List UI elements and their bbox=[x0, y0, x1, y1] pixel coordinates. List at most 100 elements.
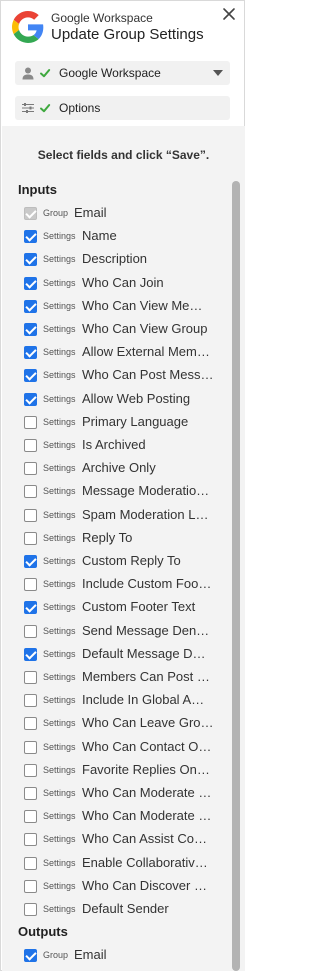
field-row[interactable]: Settings Message Moderatio… bbox=[24, 482, 224, 502]
field-row[interactable]: Settings Include In Global A… bbox=[24, 691, 224, 711]
field-checkbox[interactable] bbox=[24, 694, 37, 708]
field-row[interactable]: Settings Include Custom Foo… bbox=[24, 575, 224, 595]
field-row[interactable]: Settings Default Sender bbox=[24, 900, 224, 920]
field-checkbox[interactable] bbox=[24, 671, 37, 684]
field-row[interactable]: Settings Archive Only bbox=[24, 459, 224, 479]
field-label: Allow Web Posting bbox=[82, 390, 191, 406]
field-category-tag: Settings bbox=[43, 532, 76, 543]
field-row[interactable]: Settings Who Can Post Mess… bbox=[24, 366, 224, 386]
field-category-tag: Settings bbox=[43, 463, 76, 474]
field-checkbox[interactable] bbox=[24, 856, 37, 870]
field-row[interactable]: Settings Who Can Moderate … bbox=[24, 807, 224, 827]
field-row[interactable]: Group Email bbox=[24, 946, 224, 966]
instruction-text: Select fields and click “Save”. bbox=[37, 148, 210, 162]
field-row[interactable]: Settings Enable Collaborativ… bbox=[24, 854, 224, 874]
field-checkbox[interactable] bbox=[24, 276, 37, 290]
field-category-tag: Settings bbox=[43, 625, 76, 636]
field-row[interactable]: Settings Custom Footer Text bbox=[24, 598, 224, 618]
field-category-tag: Settings bbox=[43, 579, 76, 590]
field-checkbox[interactable] bbox=[24, 763, 37, 777]
field-row[interactable]: Settings Who Can Contact O… bbox=[24, 738, 224, 758]
field-row[interactable]: Settings Who Can Discover … bbox=[24, 877, 224, 897]
field-row[interactable]: Settings Description bbox=[24, 250, 224, 270]
chevron-down-icon[interactable] bbox=[213, 70, 223, 76]
field-label: Name bbox=[82, 228, 117, 244]
field-category-tag: Group bbox=[43, 208, 69, 218]
field-row[interactable]: Settings Primary Language bbox=[24, 413, 224, 433]
field-row[interactable]: Group Email bbox=[24, 204, 224, 224]
field-category-tag: Settings bbox=[43, 648, 76, 659]
field-label: Who Can View Group bbox=[82, 321, 208, 336]
field-checkbox[interactable] bbox=[24, 833, 37, 847]
options-row[interactable]: Options bbox=[15, 96, 230, 120]
field-checkbox[interactable] bbox=[24, 787, 37, 800]
field-label: Archive Only bbox=[82, 460, 156, 476]
field-label: Who Can View Me… bbox=[82, 297, 203, 313]
field-checkbox[interactable] bbox=[24, 578, 37, 592]
field-category-tag: Settings bbox=[43, 788, 76, 798]
field-checkbox[interactable] bbox=[24, 740, 37, 754]
field-row[interactable]: Settings Default Message D… bbox=[24, 645, 224, 665]
field-label: Members Can Post … bbox=[82, 669, 210, 684]
field-checkbox[interactable] bbox=[24, 346, 37, 360]
account-select[interactable]: Google Workspace bbox=[15, 61, 230, 85]
field-checkbox[interactable] bbox=[24, 647, 37, 661]
app-name: Google Workspace bbox=[51, 11, 153, 25]
field-category-tag: Settings bbox=[43, 718, 76, 729]
field-checkbox[interactable] bbox=[24, 253, 37, 267]
field-checkbox[interactable] bbox=[24, 949, 37, 962]
field-row[interactable]: Settings Members Can Post … bbox=[24, 668, 224, 688]
field-label: Who Can Discover … bbox=[82, 877, 207, 893]
field-row[interactable]: Settings Custom Reply To bbox=[24, 552, 224, 572]
close-icon[interactable] bbox=[220, 5, 238, 23]
field-checkbox[interactable] bbox=[24, 392, 37, 406]
field-row[interactable]: Settings Who Can View Me… bbox=[24, 297, 224, 317]
field-checkbox[interactable] bbox=[24, 462, 37, 476]
field-row[interactable]: Settings Allow Web Posting bbox=[24, 390, 224, 410]
field-category-tag: Settings bbox=[43, 811, 76, 822]
field-label: Allow External Mem… bbox=[82, 344, 210, 360]
field-checkbox[interactable] bbox=[24, 439, 37, 452]
field-label: Message Moderatio… bbox=[82, 483, 210, 499]
scrollbar-thumb[interactable] bbox=[232, 181, 240, 971]
field-checkbox[interactable] bbox=[24, 717, 37, 731]
field-row[interactable]: Settings Allow External Mem… bbox=[24, 343, 224, 363]
field-checkbox[interactable] bbox=[24, 531, 37, 545]
field-label: Who Can Moderate … bbox=[82, 808, 212, 824]
field-label: Who Can Contact O… bbox=[82, 738, 212, 754]
field-checkbox[interactable] bbox=[24, 323, 37, 336]
field-checkbox[interactable] bbox=[24, 415, 37, 429]
field-checkbox[interactable] bbox=[24, 299, 37, 313]
field-checkbox[interactable] bbox=[24, 555, 37, 568]
field-row[interactable]: Settings Reply To bbox=[24, 529, 224, 549]
field-row[interactable]: Settings Who Can Moderate … bbox=[24, 784, 224, 804]
field-checkbox[interactable] bbox=[24, 810, 37, 824]
field-checkbox[interactable] bbox=[24, 369, 37, 383]
field-row[interactable]: Settings Who Can Join bbox=[24, 274, 224, 294]
field-checkbox[interactable] bbox=[24, 879, 37, 893]
scrollbar[interactable] bbox=[232, 181, 240, 971]
field-checkbox[interactable] bbox=[24, 230, 37, 244]
field-row[interactable]: Settings Name bbox=[24, 227, 224, 247]
field-label: Who Can Join bbox=[82, 274, 164, 290]
field-row[interactable]: Settings Who Can Leave Gro… bbox=[24, 714, 224, 734]
field-category-tag: Settings bbox=[43, 486, 76, 497]
field-row[interactable]: Settings Send Message Den… bbox=[24, 622, 224, 642]
google-logo-icon bbox=[12, 11, 44, 43]
field-checkbox[interactable] bbox=[24, 508, 37, 522]
field-checkbox[interactable] bbox=[24, 624, 37, 638]
field-category-tag: Settings bbox=[43, 904, 76, 914]
field-row[interactable]: Settings Is Archived bbox=[24, 436, 224, 456]
field-category-tag: Settings bbox=[43, 509, 76, 520]
field-row[interactable]: Settings Who Can Assist Co… bbox=[24, 830, 224, 850]
inputs-section-title: Inputs bbox=[18, 182, 57, 197]
field-row[interactable]: Settings Favorite Replies On… bbox=[24, 761, 224, 781]
outputs-section-title: Outputs bbox=[18, 924, 68, 939]
field-checkbox[interactable] bbox=[24, 903, 37, 916]
field-row[interactable]: Settings Who Can View Group bbox=[24, 320, 224, 340]
field-row[interactable]: Settings Spam Moderation L… bbox=[24, 506, 224, 526]
field-category-tag: Settings bbox=[43, 672, 76, 682]
field-checkbox[interactable] bbox=[24, 601, 37, 615]
field-label: Custom Reply To bbox=[82, 553, 181, 568]
field-checkbox[interactable] bbox=[24, 485, 37, 499]
